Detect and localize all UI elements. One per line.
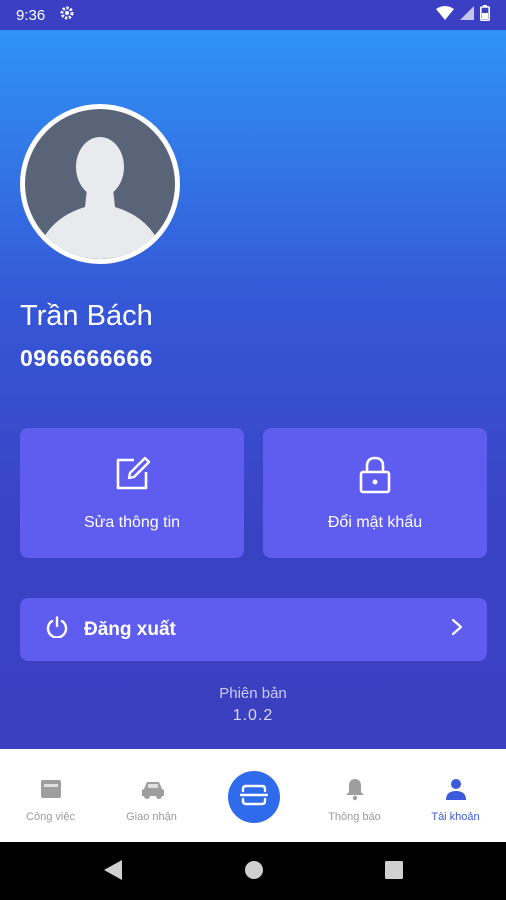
home-icon[interactable] (243, 858, 265, 887)
scan-button[interactable] (228, 771, 280, 823)
tasks-icon (39, 777, 63, 801)
back-icon[interactable] (102, 858, 124, 887)
bell-icon (343, 777, 367, 801)
change-password-label: Đổi mật khẩu (327, 514, 423, 531)
status-bar: 9:36 (0, 0, 506, 30)
user-icon (444, 777, 468, 801)
logout-label: Đăng xuất (84, 618, 176, 640)
nav-notifications-label: Thông báo (328, 811, 381, 823)
nav-account[interactable]: Tài khoản (405, 749, 506, 842)
nav-account-label: Tài khoản (431, 811, 480, 823)
status-time: 9:36 (16, 6, 46, 24)
gear-icon (59, 5, 75, 25)
edit-info-label: Sửa thông tin (83, 514, 181, 531)
scan-icon (239, 783, 269, 812)
person-silhouette-icon (35, 137, 165, 259)
profile-name: Trần Bách (20, 300, 153, 332)
change-password-button[interactable]: Đổi mật khẩu (263, 428, 487, 558)
edit-info-button[interactable]: Sửa thông tin (20, 428, 244, 558)
system-nav-bar (0, 842, 506, 900)
account-screen: Trần Bách 0966666666 Sửa thông tin Đổi m… (0, 30, 506, 749)
nav-notifications[interactable]: Thông báo (304, 749, 405, 842)
profile-phone: 0966666666 (20, 345, 153, 371)
avatar[interactable] (20, 104, 180, 264)
wifi-icon (436, 6, 454, 24)
bottom-nav: Công việc Giao nhận Thông báo Tài khoản (0, 749, 506, 842)
power-icon (46, 616, 68, 643)
nav-tasks[interactable]: Công việc (0, 749, 101, 842)
lock-icon (355, 454, 395, 494)
version-label: Phiên bản (219, 685, 287, 702)
edit-icon (112, 454, 152, 494)
logout-button[interactable]: Đăng xuất (20, 598, 487, 661)
recents-icon[interactable] (383, 858, 405, 887)
nav-delivery[interactable]: Giao nhận (101, 749, 202, 842)
nav-delivery-label: Giao nhận (126, 811, 177, 823)
signal-icon (460, 6, 474, 24)
car-icon (140, 777, 164, 801)
battery-icon (480, 5, 490, 25)
version-value: 1.0.2 (232, 707, 274, 724)
chevron-right-icon (451, 618, 463, 641)
nav-tasks-label: Công việc (26, 811, 75, 823)
